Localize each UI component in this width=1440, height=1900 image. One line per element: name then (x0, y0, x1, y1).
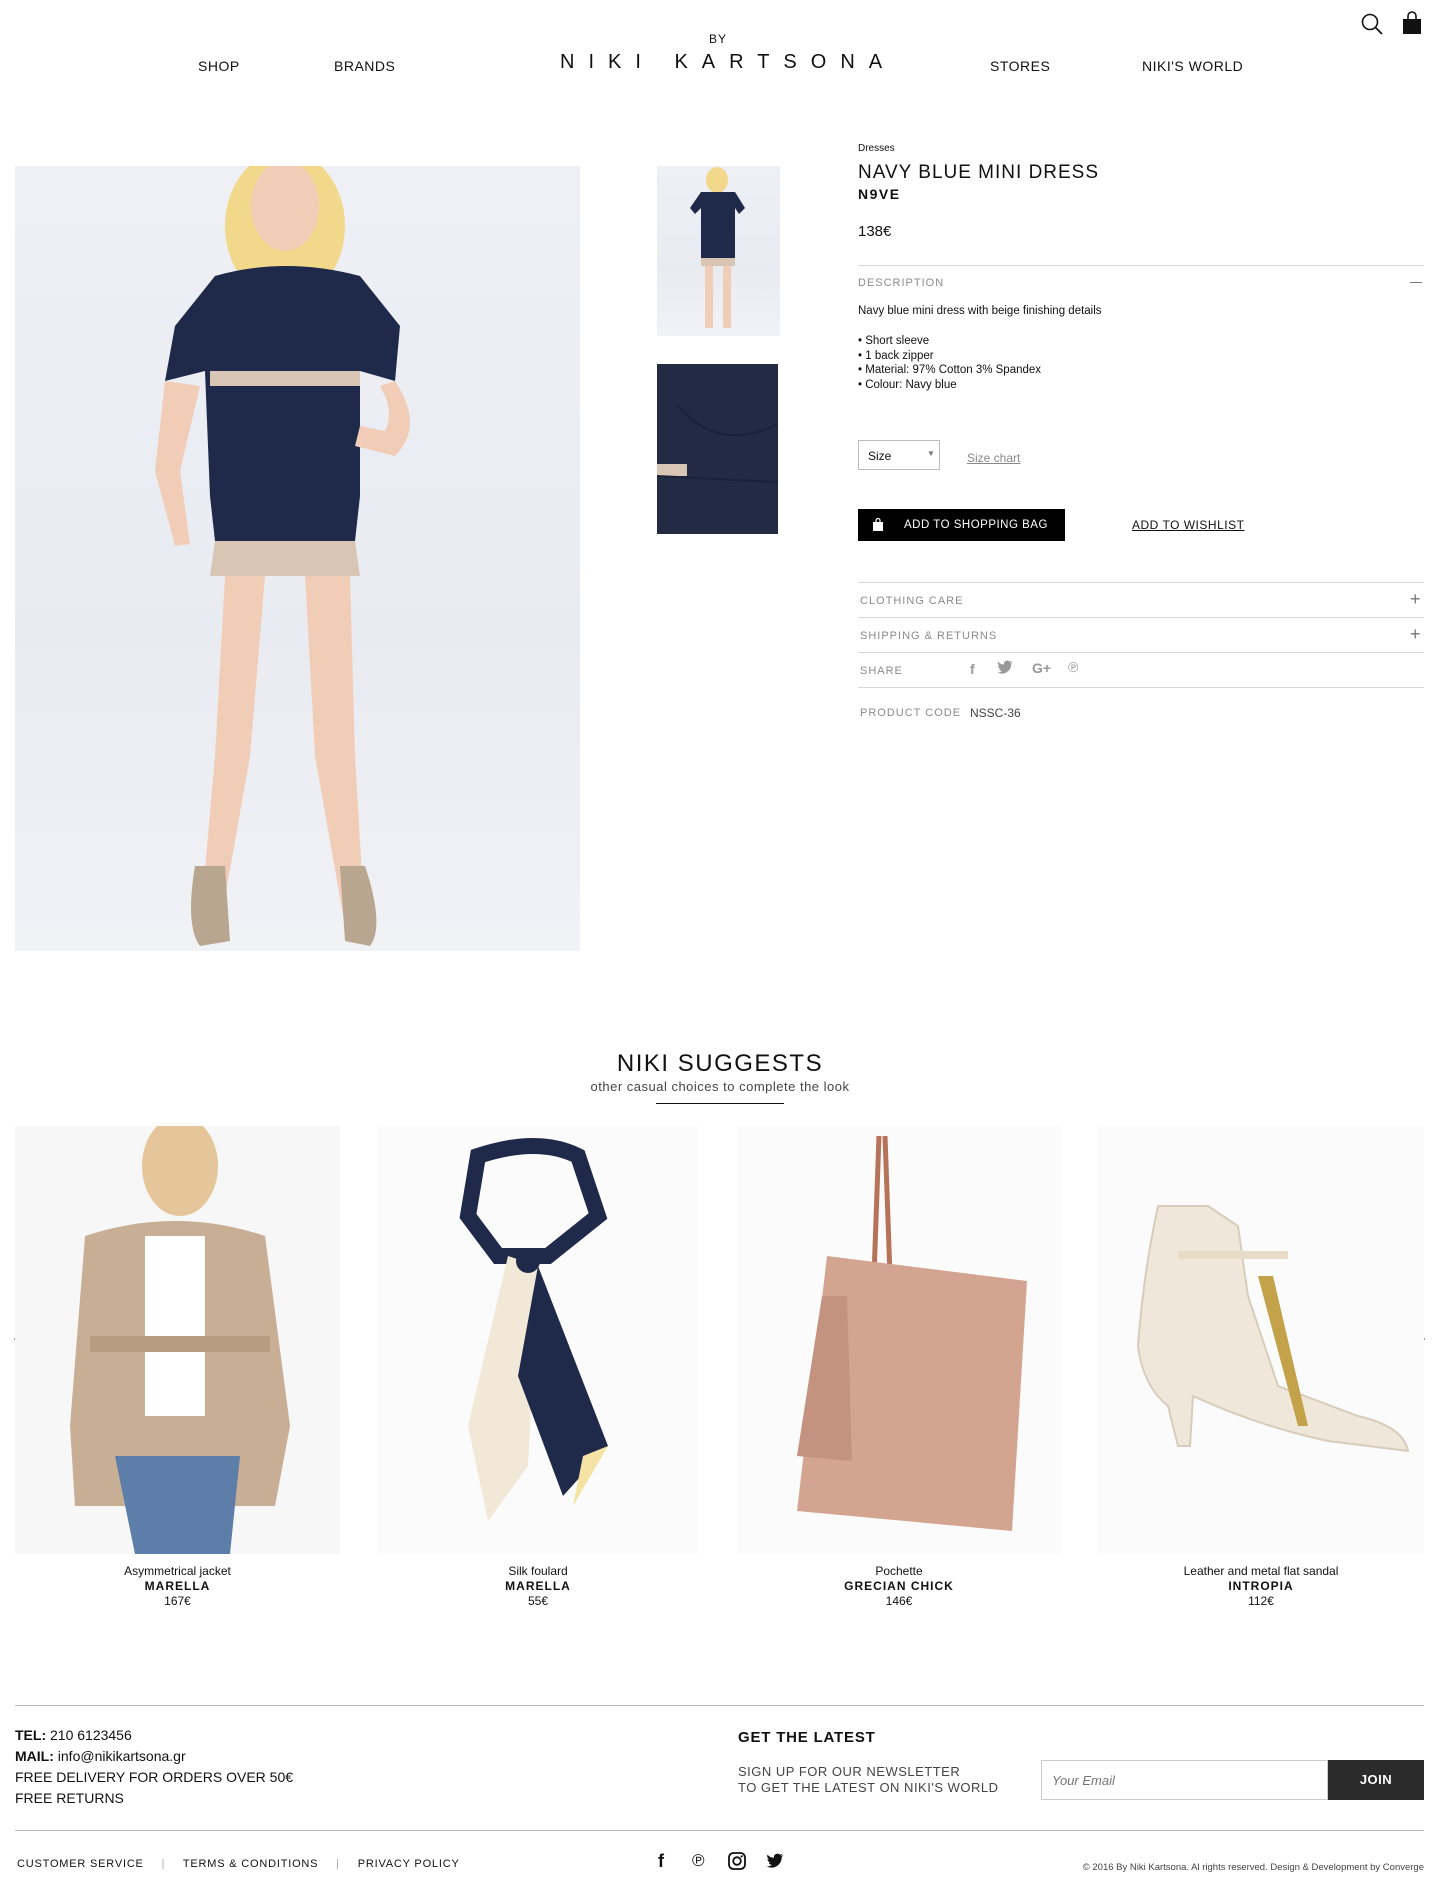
google-plus-icon[interactable]: G+ (1032, 660, 1051, 676)
newsletter-line: TO GET THE LATEST ON NIKI'S WORLD (738, 1780, 999, 1795)
shopping-bag-icon[interactable] (1400, 11, 1424, 41)
nav-nikis-world[interactable]: NIKI'S WORLD (1142, 58, 1243, 74)
nav-shop[interactable]: SHOP (198, 58, 240, 74)
bullet-item: Colour: Navy blue (858, 378, 1041, 393)
add-to-bag-label: ADD TO SHOPPING BAG (904, 519, 1048, 531)
suggestion-name: Pochette (875, 1564, 923, 1578)
clothing-care-label[interactable]: CLOTHING CARE (860, 595, 963, 607)
nav-brands[interactable]: BRANDS (334, 58, 395, 74)
newsletter-title: GET THE LATEST (738, 1729, 876, 1746)
search-icon[interactable] (1360, 12, 1384, 41)
suggestion-price: 167€ (164, 1594, 191, 1608)
suggestion-price: 146€ (885, 1594, 913, 1608)
product-price: 138€ (858, 223, 892, 240)
suggestion-image[interactable] (378, 1126, 698, 1554)
tel-value[interactable]: 210 6123456 (50, 1727, 132, 1743)
product-title: NAVY BLUE MINI DRESS (858, 162, 1100, 183)
footer-divider (15, 1705, 1424, 1706)
suggestion-brand: INTROPIA (1228, 1579, 1294, 1593)
divider (858, 652, 1424, 653)
product-code-label: PRODUCT CODE (860, 707, 962, 719)
suggestion-image[interactable] (737, 1126, 1061, 1554)
add-to-wishlist-link[interactable]: ADD TO WISHLIST (1132, 518, 1244, 532)
mail-value[interactable]: info@nikikartsona.gr (58, 1748, 186, 1764)
footer-divider (15, 1830, 1424, 1831)
mail-label: MAIL: (15, 1748, 54, 1764)
terms-link[interactable]: TERMS & CONDITIONS (183, 1858, 318, 1870)
bullet-item: Short sleeve (858, 334, 1041, 349)
privacy-policy-link[interactable]: PRIVACY POLICY (358, 1858, 460, 1870)
plus-icon[interactable]: + (1410, 624, 1421, 645)
suggestion-name: Leather and metal flat sandal (1183, 1564, 1339, 1578)
suggestion-caption[interactable]: Leather and metal flat sandal INTROPIA 1… (1098, 1564, 1424, 1609)
size-select-value: Size (868, 449, 892, 463)
title-underline (656, 1103, 784, 1104)
divider (858, 265, 1424, 266)
bullet-item: Material: 97% Cotton 3% Spandex (858, 363, 1041, 378)
customer-service-link[interactable]: CUSTOMER SERVICE (17, 1858, 144, 1870)
shipping-returns-label[interactable]: SHIPPING & RETURNS (860, 630, 997, 642)
newsletter-text: SIGN UP FOR OUR NEWSLETTER TO GET THE LA… (738, 1764, 999, 1796)
suggestion-brand: GRECIAN CHICK (844, 1579, 954, 1593)
suggestion-brand: MARELLA (144, 1579, 211, 1593)
suggestion-image[interactable] (15, 1126, 340, 1554)
logo[interactable]: NIKI KARTSONA (560, 51, 896, 74)
size-select[interactable]: Size ▼ (858, 440, 940, 470)
plus-icon[interactable]: + (1410, 589, 1421, 610)
suggestions-title: NIKI SUGGESTS (616, 1050, 824, 1077)
product-thumbnail[interactable] (657, 166, 780, 336)
instagram-icon[interactable] (728, 1852, 746, 1875)
suggestion-name: Silk foulard (508, 1564, 568, 1578)
twitter-icon[interactable] (997, 660, 1013, 679)
nav-stores[interactable]: STORES (990, 58, 1050, 74)
chevron-down-icon: ▼ (927, 449, 935, 458)
product-thumbnail-detail[interactable] (657, 364, 778, 534)
description-bullets: Short sleeve 1 back zipper Material: 97%… (858, 334, 1041, 392)
pinterest-icon[interactable]: ℗ (692, 1851, 705, 1871)
facebook-icon[interactable]: f (970, 661, 975, 677)
suggestion-price: 112€ (1248, 1594, 1274, 1608)
facebook-icon[interactable]: f (658, 1851, 664, 1872)
newsletter-email-input[interactable] (1041, 1760, 1328, 1800)
copyright: © 2016 By Niki Kartsona. Al rights reser… (1082, 1862, 1424, 1873)
add-to-bag-button[interactable]: ADD TO SHOPPING BAG (858, 509, 1065, 541)
shopping-bag-icon (872, 517, 884, 534)
collapse-icon[interactable] (1410, 282, 1422, 283)
description-text: Navy blue mini dress with beige finishin… (858, 305, 1102, 317)
join-button[interactable]: JOIN (1328, 1760, 1424, 1800)
suggestion-caption[interactable]: Asymmetrical jacket MARELLA 167€ (15, 1564, 340, 1609)
divider (858, 582, 1424, 583)
free-delivery: FREE DELIVERY FOR ORDERS OVER 50€ (15, 1769, 294, 1785)
suggestion-price: 55€ (527, 1594, 549, 1608)
newsletter-line: SIGN UP FOR OUR NEWSLETTER (738, 1764, 961, 1779)
bullet-item: 1 back zipper (858, 349, 1041, 364)
contact-info: TEL: 210 6123456 MAIL: info@nikikartsona… (15, 1725, 293, 1809)
product-brand[interactable]: N9VE (858, 186, 901, 202)
suggestion-brand: MARELLA (505, 1579, 571, 1593)
footer-links: CUSTOMER SERVICE | TERMS & CONDITIONS | … (17, 1858, 460, 1870)
suggestion-name: Asymmetrical jacket (124, 1564, 231, 1578)
description-label[interactable]: DESCRIPTION (858, 277, 944, 289)
suggestion-caption[interactable]: Silk foulard MARELLA 55€ (378, 1564, 698, 1609)
suggestion-caption[interactable]: Pochette GRECIAN CHICK 146€ (737, 1564, 1061, 1609)
product-code: NSSC-36 (970, 706, 1021, 720)
suggestion-image[interactable] (1098, 1126, 1424, 1554)
share-label: SHARE (860, 665, 903, 677)
size-chart-link[interactable]: Size chart (967, 451, 1020, 465)
twitter-icon[interactable] (766, 1853, 784, 1873)
divider (858, 617, 1424, 618)
logo-by: BY (709, 32, 728, 46)
free-returns: FREE RETURNS (15, 1790, 124, 1806)
divider (858, 687, 1424, 688)
product-main-image[interactable] (15, 166, 580, 951)
suggestions-subtitle: other casual choices to complete the loo… (590, 1079, 850, 1094)
tel-label: TEL: (15, 1727, 47, 1743)
product-category[interactable]: Dresses (858, 143, 895, 154)
pinterest-icon[interactable]: ℗ (1068, 659, 1078, 675)
